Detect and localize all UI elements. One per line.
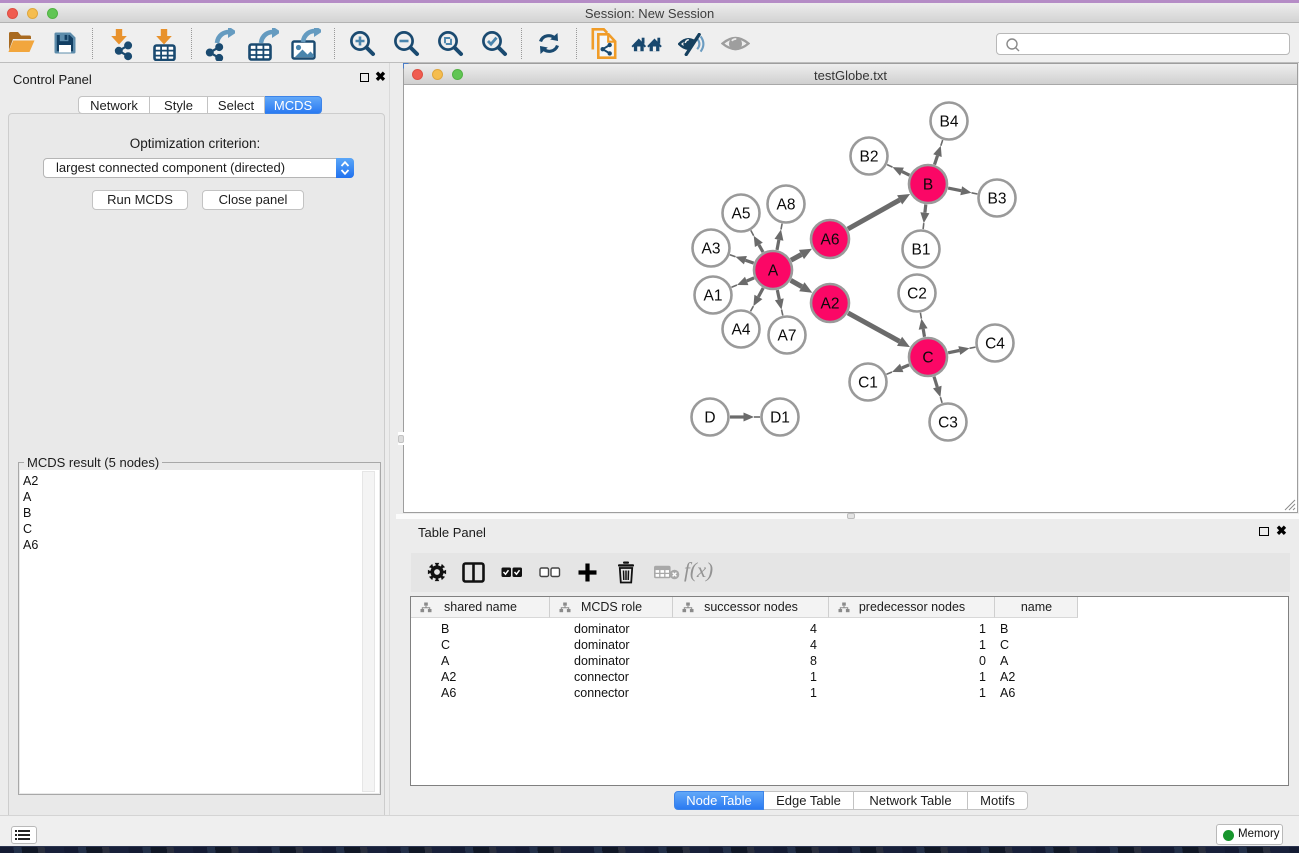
svg-text:D1: D1 bbox=[770, 410, 790, 427]
svg-text:A: A bbox=[768, 263, 779, 280]
svg-text:C4: C4 bbox=[985, 336, 1005, 353]
svg-text:C2: C2 bbox=[907, 286, 927, 303]
svg-text:C: C bbox=[922, 350, 933, 367]
svg-text:C1: C1 bbox=[858, 375, 878, 392]
svg-text:A8: A8 bbox=[777, 197, 796, 214]
svg-text:B3: B3 bbox=[988, 191, 1007, 208]
svg-text:A7: A7 bbox=[778, 328, 797, 345]
svg-text:B4: B4 bbox=[940, 114, 959, 131]
svg-text:A5: A5 bbox=[732, 206, 751, 223]
svg-text:B: B bbox=[923, 177, 933, 194]
svg-text:B2: B2 bbox=[860, 149, 879, 166]
svg-text:A4: A4 bbox=[732, 322, 751, 339]
svg-text:A2: A2 bbox=[821, 296, 840, 313]
svg-text:B1: B1 bbox=[912, 242, 931, 259]
svg-text:A1: A1 bbox=[704, 288, 723, 305]
svg-text:C3: C3 bbox=[938, 415, 958, 432]
svg-text:A6: A6 bbox=[821, 232, 840, 249]
svg-text:D: D bbox=[704, 410, 715, 427]
svg-text:A3: A3 bbox=[702, 241, 721, 258]
